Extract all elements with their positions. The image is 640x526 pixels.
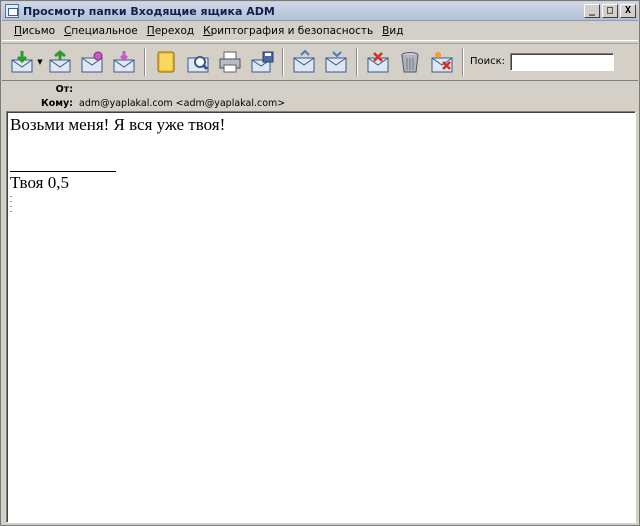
delete-message-icon <box>367 51 389 72</box>
to-label: Кому: <box>40 97 73 109</box>
search-box: Поиск: <box>470 52 615 71</box>
send-button[interactable] <box>109 47 139 77</box>
send-icon <box>113 50 135 72</box>
trash-icon <box>401 51 419 72</box>
close-button[interactable]: X <box>620 4 636 18</box>
to-row: Кому: adm@yaplakal.com <adm@yaplakal.com… <box>2 96 285 110</box>
search-input[interactable] <box>510 52 615 71</box>
window-title: Просмотр папки Входящие ящика ADM <box>23 4 275 18</box>
forward-button[interactable] <box>77 47 107 77</box>
get-mail-icon <box>11 50 33 72</box>
signature-separator <box>10 171 116 172</box>
reply-all-button[interactable] <box>45 47 75 77</box>
print-icon <box>219 51 241 72</box>
menu-bar: Письмо Специальное Переход Криптография … <box>2 22 638 41</box>
print-button[interactable] <box>215 47 245 77</box>
address-book-button[interactable] <box>151 47 181 77</box>
menu-special[interactable]: Специальное <box>64 25 138 37</box>
maximize-button[interactable]: □ <box>602 4 618 18</box>
message-body-pane[interactable]: Возьми меня! Я вся уже твоя! Твоя 0,5 <box>6 111 636 523</box>
toolbar-separator <box>282 47 284 76</box>
mark-spam-icon <box>431 51 453 72</box>
get-mail-button[interactable] <box>7 47 37 77</box>
get-mail-dropdown[interactable]: ▼ <box>36 58 44 66</box>
message-headers: От: Кому: adm@yaplakal.com <adm@yaplakal… <box>2 80 638 110</box>
title-bar[interactable]: Просмотр папки Входящие ящика ADM _ □ X <box>2 2 638 21</box>
menu-view[interactable]: Вид <box>382 25 403 37</box>
quote-marker <box>10 196 12 212</box>
trash-button[interactable] <box>395 47 425 77</box>
toolbar-separator <box>144 47 146 76</box>
next-button[interactable] <box>321 47 351 77</box>
delete-message-button[interactable] <box>363 47 393 77</box>
mail-window-icon <box>5 4 19 18</box>
toolbar-separator <box>462 47 464 76</box>
find-button[interactable] <box>183 47 213 77</box>
save-button[interactable] <box>247 47 277 77</box>
next-icon <box>325 50 347 72</box>
address-book-icon <box>157 51 175 72</box>
mark-spam-button[interactable] <box>427 47 457 77</box>
menu-message[interactable]: Письмо <box>14 25 55 37</box>
to-value[interactable]: adm@yaplakal.com <adm@yaplakal.com> <box>79 98 285 109</box>
forward-icon <box>81 51 103 72</box>
main-toolbar: ▼ Поиск: <box>2 43 638 79</box>
menu-go[interactable]: Переход <box>147 25 194 37</box>
search-label: Поиск: <box>470 56 506 67</box>
message-body-text: Возьми меня! Я вся уже твоя! <box>10 115 226 134</box>
from-row: От: <box>2 82 79 96</box>
previous-icon <box>293 49 315 72</box>
toolbar-separator <box>356 47 358 76</box>
from-label: От: <box>55 83 73 95</box>
menu-crypto-security[interactable]: Криптография и безопасность <box>203 25 373 37</box>
previous-button[interactable] <box>289 47 319 77</box>
save-icon <box>251 51 274 72</box>
mail-viewer-window: Просмотр папки Входящие ящика ADM _ □ X … <box>0 0 640 526</box>
message-signature: Твоя 0,5 <box>10 173 69 192</box>
minimize-button[interactable]: _ <box>584 4 600 18</box>
find-icon <box>187 55 209 72</box>
reply-all-icon <box>49 49 71 72</box>
